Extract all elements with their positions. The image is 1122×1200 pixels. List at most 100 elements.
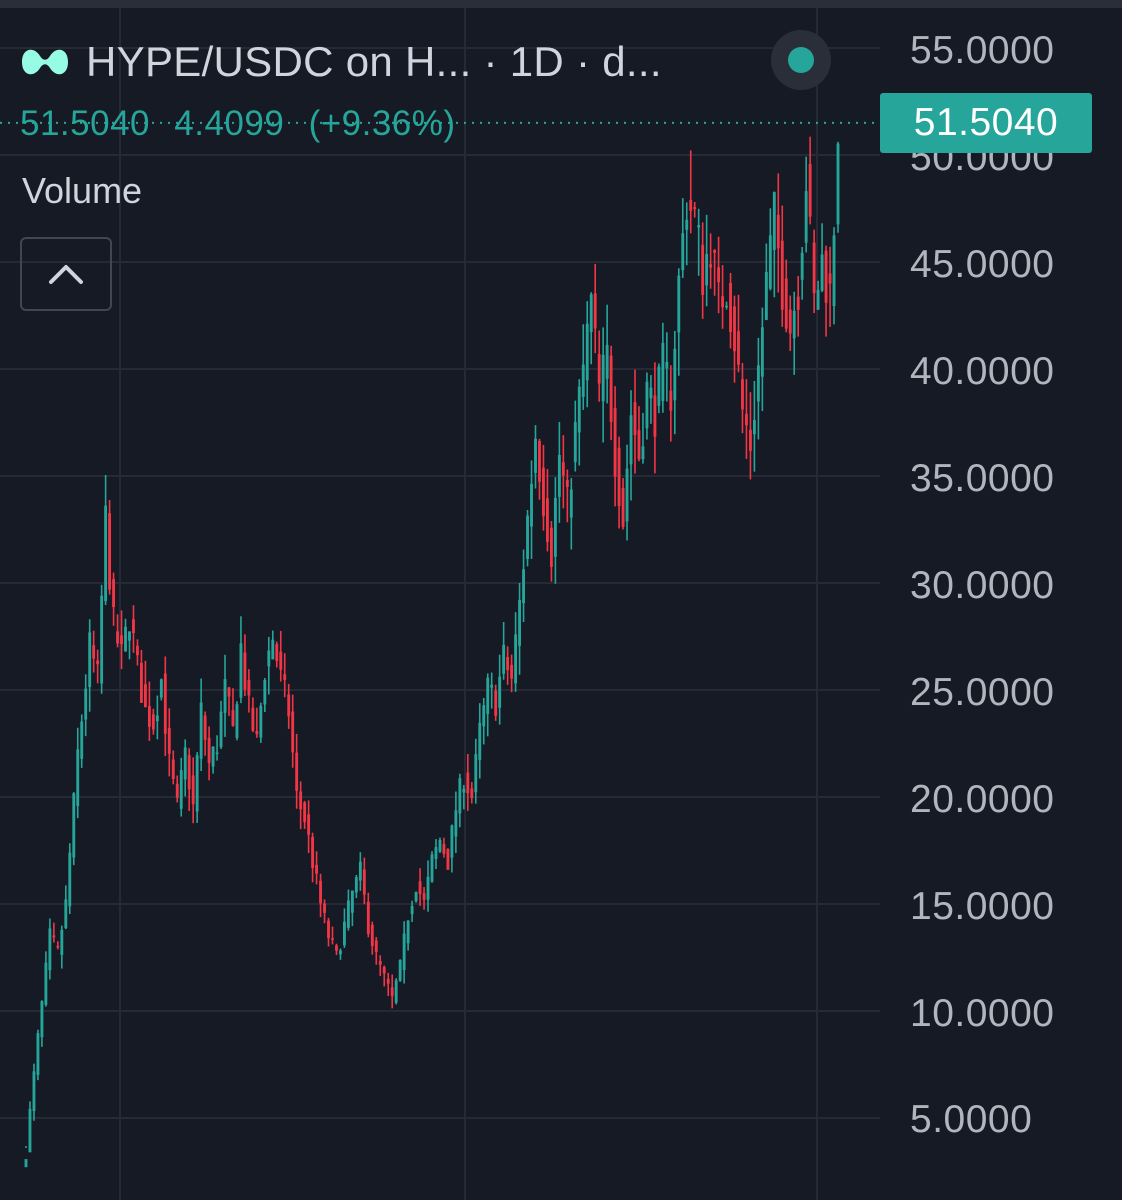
candle-body (514, 634, 518, 684)
candle-body (756, 365, 760, 402)
candle-body (534, 438, 537, 473)
candle-body (394, 980, 398, 1003)
candle-body (112, 579, 116, 608)
candle-body (358, 861, 362, 881)
candle-body (267, 650, 271, 667)
candle-body (215, 752, 219, 755)
candle-body (24, 1159, 28, 1168)
candle-body (287, 694, 291, 717)
candle-body (585, 323, 589, 381)
candle-body (402, 933, 406, 971)
candle-body (311, 836, 315, 868)
price-tick-label: 20.0000 (910, 778, 1055, 821)
candle-body (621, 488, 625, 527)
candle-body (748, 429, 752, 451)
candle-body (808, 163, 812, 217)
collapse-indicators-button[interactable] (20, 237, 112, 311)
candle-body (40, 1001, 44, 1038)
candle-body (362, 869, 366, 895)
candle-body (52, 935, 56, 938)
candle-body (195, 755, 199, 812)
candle-body (597, 353, 601, 384)
candle-body (390, 987, 394, 997)
candle-body (538, 440, 541, 482)
candle-body (239, 643, 243, 698)
chart-header[interactable]: HYPE/USDC on H... · 1D · d... (18, 36, 662, 88)
candle-body (526, 515, 529, 560)
candle-body (709, 264, 713, 268)
candle-body (741, 379, 744, 410)
candle-body (422, 893, 426, 900)
candle-body (72, 793, 76, 858)
candle-body (573, 422, 577, 463)
candle-body (331, 938, 334, 940)
chart-container[interactable]: HYPE/USDC on H... · 1D · d... 51.5040 4.… (0, 0, 1122, 1200)
candle-body (717, 267, 721, 283)
candle-body (772, 192, 776, 250)
candle-body (474, 754, 478, 793)
candle-body (657, 366, 661, 406)
candle-body (553, 497, 557, 557)
chevron-up-icon (49, 265, 83, 284)
candle-body (430, 854, 434, 882)
top-toolbar-edge (0, 0, 1122, 8)
candle-body (697, 225, 701, 228)
candle-body (382, 966, 386, 974)
candle-body (231, 710, 235, 726)
candle-body (323, 903, 326, 913)
candle-body (68, 852, 72, 907)
candle-body (136, 645, 139, 656)
price-tick-label: 55.0000 (910, 29, 1055, 72)
candle-body (199, 702, 203, 759)
candle-body (167, 727, 171, 754)
candle-body (713, 250, 717, 253)
candle-body (780, 240, 784, 310)
candle-body (426, 876, 430, 900)
candle-body (346, 900, 350, 928)
candle-body (283, 674, 287, 680)
candle-body (446, 849, 450, 870)
candle-body (522, 569, 525, 604)
candle-body (725, 305, 728, 308)
live-status-button[interactable] (771, 30, 831, 90)
candle-body (271, 639, 275, 660)
candle-body (518, 599, 522, 646)
candle-body (378, 960, 382, 965)
candle-body (832, 235, 836, 307)
candle-body (275, 644, 279, 661)
candle-body (669, 390, 673, 411)
candle-body (601, 354, 605, 402)
candle-body (151, 714, 155, 730)
candle-body (327, 920, 330, 939)
candle-body (350, 890, 354, 913)
candle-body (625, 468, 629, 522)
volume-indicator-label[interactable]: Volume (22, 170, 142, 212)
candle-body (414, 892, 418, 902)
candle-body (76, 749, 80, 807)
candle-body (319, 880, 322, 904)
candle-body (295, 752, 299, 791)
candle-body (120, 635, 123, 645)
price-tick-label: 25.0000 (910, 671, 1055, 714)
candle-body (100, 595, 104, 684)
candle-body (470, 788, 474, 799)
candle-body (796, 296, 800, 310)
candle-body (645, 381, 649, 429)
candle-body (124, 626, 127, 652)
candle-body (335, 945, 338, 951)
candle-body (80, 721, 84, 759)
candle-body (542, 467, 545, 517)
candle-body (108, 513, 112, 590)
candle-body (147, 705, 151, 727)
candle-body (629, 415, 633, 465)
candle-body (788, 309, 792, 334)
candle-body (752, 419, 756, 435)
candle-body (44, 962, 48, 1005)
symbol-title[interactable]: HYPE/USDC on H... · 1D · d... (86, 38, 662, 86)
candle-body (649, 387, 653, 399)
candle-body (816, 289, 820, 310)
candle-body (438, 839, 442, 852)
candle-body (729, 283, 732, 333)
candle-body (418, 881, 422, 894)
candle-body (179, 770, 183, 809)
